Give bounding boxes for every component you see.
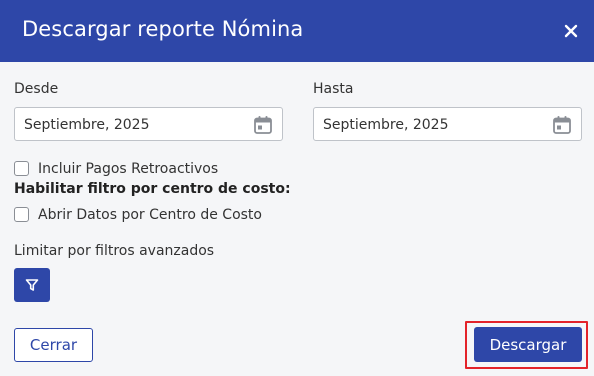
retro-payments-checkbox[interactable] (14, 161, 29, 176)
from-date-field[interactable]: Septiembre, 2025 (14, 107, 283, 141)
to-date-value: Septiembre, 2025 (323, 117, 449, 133)
close-button[interactable] (560, 20, 582, 42)
from-label: Desde (14, 81, 59, 97)
calendar-icon (254, 116, 272, 134)
advanced-filters-button[interactable] (14, 268, 50, 302)
dialog-title: Descargar reporte Nómina (22, 17, 304, 41)
close-icon (564, 24, 578, 38)
dialog-header: Descargar reporte Nómina (0, 0, 594, 62)
cost-center-checkbox[interactable] (14, 207, 29, 222)
filter-icon (25, 279, 39, 291)
download-report-dialog: Descargar reporte Nómina Desde Septiembr… (0, 0, 594, 376)
to-date-field[interactable]: Septiembre, 2025 (313, 107, 582, 141)
advanced-filters-label: Limitar por filtros avanzados (14, 243, 215, 259)
cost-center-label[interactable]: Abrir Datos por Centro de Costo (38, 207, 262, 223)
to-label: Hasta (313, 81, 354, 97)
from-date-value: Septiembre, 2025 (24, 117, 150, 133)
download-button[interactable]: Descargar (474, 327, 582, 362)
cost-center-heading: Habilitar filtro por centro de costo: (14, 181, 291, 197)
retro-payments-label[interactable]: Incluir Pagos Retroactivos (38, 161, 218, 177)
close-dialog-button[interactable]: Cerrar (14, 328, 93, 362)
calendar-icon (553, 116, 571, 134)
